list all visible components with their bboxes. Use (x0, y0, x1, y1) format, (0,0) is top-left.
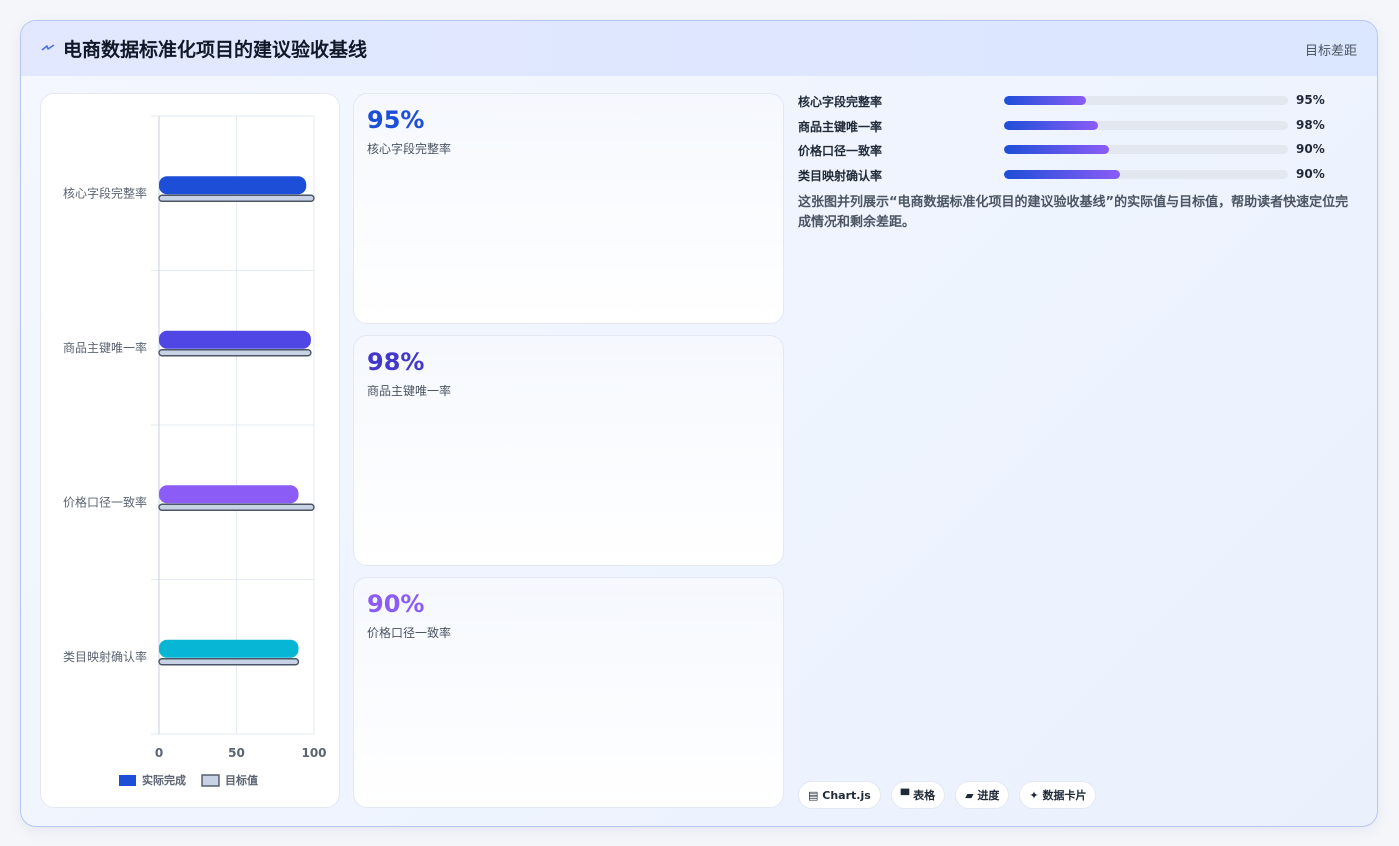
tech-chips: ▤ Chart.js ▀ 表格 ▰ 进度 ✦ 数据卡片 (798, 781, 1097, 809)
stat-card: 98% 商品主键唯一率 (353, 335, 784, 566)
lightning-icon (41, 44, 55, 51)
progress-label: 商品主键唯一率 (798, 120, 883, 134)
progress-track (1004, 121, 1288, 130)
x-tick-label: 50 (228, 746, 245, 760)
bar-actual (159, 330, 311, 349)
legend-label: 实际完成 (142, 773, 186, 787)
legend-label: 目标值 (225, 773, 258, 787)
stat-card: 95% 核心字段完整率 (353, 93, 784, 324)
progress-label: 核心字段完整率 (798, 95, 883, 109)
progress-fill (1004, 121, 1098, 130)
category-label: 商品主键唯一率 (63, 340, 147, 355)
progress-row: 商品主键唯一率 98% (798, 118, 1360, 134)
bar-chart: 核心字段完整率商品主键唯一率价格口径一致率类目映射确认率 0 50 100 实际完成 目标… (63, 115, 327, 787)
chart-description: 这张图并列展示“电商数据标准化项目的建议验收基线”的实际值与目标值，帮助读者快速… (798, 195, 1349, 230)
bar-target (158, 658, 300, 666)
progress-value: 90% (1296, 167, 1325, 181)
bar-actual (159, 176, 307, 195)
card-header: 电商数据标准化项目的建议验收基线 目标差距 (21, 21, 1377, 76)
chip-label: 进度 (977, 789, 1000, 802)
dashboard-card: 电商数据标准化项目的建议验收基线 目标差距 核心字段完整率 商品主键唯一率 价格口径… (20, 20, 1378, 827)
legend-swatch-actual (119, 775, 136, 786)
chart-icon: ▤ (808, 788, 819, 802)
progress-value: 90% (1296, 142, 1325, 156)
stat-value: 90% (367, 590, 425, 618)
stat-label: 商品主键唯一率 (367, 384, 452, 398)
category-label: 价格口径一致率 (63, 494, 147, 509)
progress-track (1004, 145, 1288, 154)
stat-card: 90% 价格口径一致率 (353, 577, 784, 808)
x-tick-label: 0 (155, 746, 163, 760)
chip-progress[interactable]: ▰ 进度 (955, 781, 1010, 809)
bar-actual (159, 639, 299, 658)
legend-swatch-target (201, 774, 220, 787)
progress-fill (1004, 170, 1121, 179)
stat-label: 价格口径一致率 (367, 626, 452, 640)
progress-label: 类目映射确认率 (798, 169, 883, 183)
chip-label: 数据卡片 (1042, 789, 1087, 802)
progress-fill (1004, 96, 1087, 105)
bar-target (158, 503, 315, 511)
page-title: 电商数据标准化项目的建议验收基线 (63, 39, 368, 61)
bar-actual (159, 485, 299, 504)
category-label: 核心字段完整率 (63, 185, 147, 200)
progress-track (1004, 96, 1288, 105)
stat-value: 95% (367, 106, 425, 134)
bar-chart-card: 核心字段完整率 商品主键唯一率 价格口径一致率 类目映射确认率 0 50 100 实际完成 目标… (40, 93, 340, 808)
table-icon: ▀ (900, 788, 910, 802)
progress-row: 核心字段完整率 95% (798, 93, 1360, 109)
bar-target (158, 349, 312, 357)
progress-label: 价格口径一致率 (798, 144, 883, 158)
bar-target (158, 194, 315, 202)
progress-row: 价格口径一致率 90% (798, 142, 1360, 158)
chip-label: 表格 (913, 789, 936, 802)
chip-data-cards[interactable]: ✦ 数据卡片 (1019, 781, 1097, 809)
progress-row: 类目映射确认率 90% (798, 167, 1360, 183)
progress-value: 95% (1296, 93, 1325, 107)
category-label: 类目映射确认率 (63, 649, 147, 664)
header-tag: 目标差距 (1304, 44, 1357, 59)
progress-fill (1004, 145, 1110, 154)
stat-value: 98% (367, 348, 425, 376)
stat-label: 核心字段完整率 (367, 142, 452, 156)
sparkle-icon: ✦ (1029, 788, 1039, 802)
chip-label: Chart.js (822, 788, 871, 802)
progress-value: 98% (1296, 118, 1325, 132)
chip-chartjs[interactable]: ▤ Chart.js (798, 781, 881, 809)
progress-icon: ▰ (965, 788, 974, 802)
progress-track (1004, 170, 1288, 179)
chip-table[interactable]: ▀ 表格 (890, 781, 946, 809)
x-tick-label: 100 (301, 746, 326, 760)
